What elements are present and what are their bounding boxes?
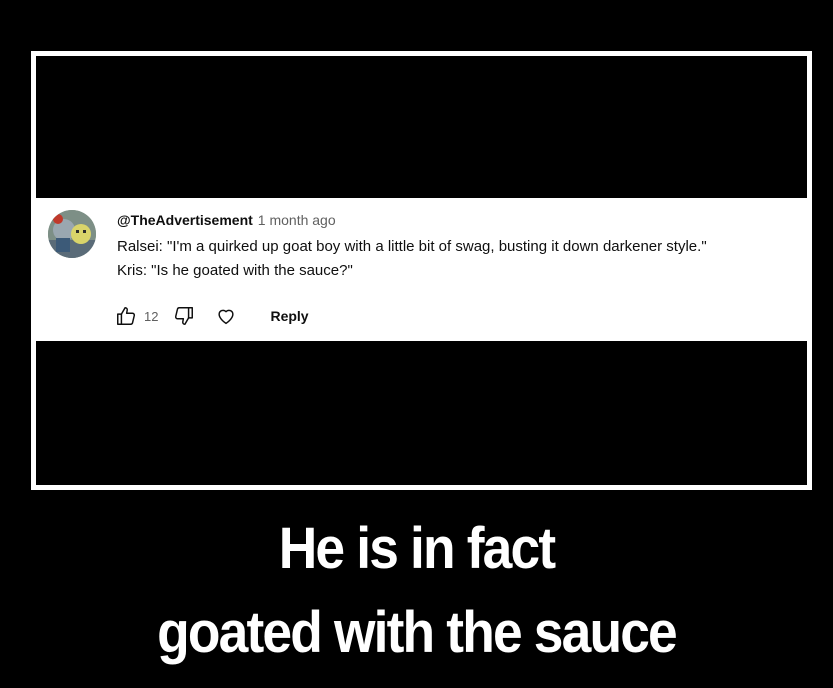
comment-header: @TheAdvertisement 1 month ago [117, 212, 336, 228]
thumbs-down-icon [175, 307, 194, 325]
comment-text-line-1: Ralsei: "I'm a quirked up goat boy with … [117, 238, 707, 255]
heart-button[interactable] [214, 304, 238, 328]
caption-line-1: He is in fact [278, 516, 556, 581]
reply-button[interactable]: Reply [262, 304, 316, 328]
comment-text-line-2: Kris: "Is he goated with the sauce?" [117, 262, 353, 279]
heart-icon [218, 309, 235, 325]
like-button[interactable] [114, 304, 138, 328]
avatar[interactable] [48, 210, 96, 258]
avatar-image [48, 210, 96, 258]
comment-timestamp[interactable]: 1 month ago [258, 212, 336, 228]
comment-actions: 12 Reply [114, 304, 317, 328]
comment-author[interactable]: @TheAdvertisement [117, 212, 253, 228]
comment-card: @TheAdvertisement 1 month ago Ralsei: "I'… [36, 198, 807, 341]
thumbs-up-icon [117, 307, 136, 325]
caption-line-2: goated with the sauce [157, 600, 678, 665]
like-count: 12 [144, 308, 159, 324]
dislike-button[interactable] [172, 304, 196, 328]
